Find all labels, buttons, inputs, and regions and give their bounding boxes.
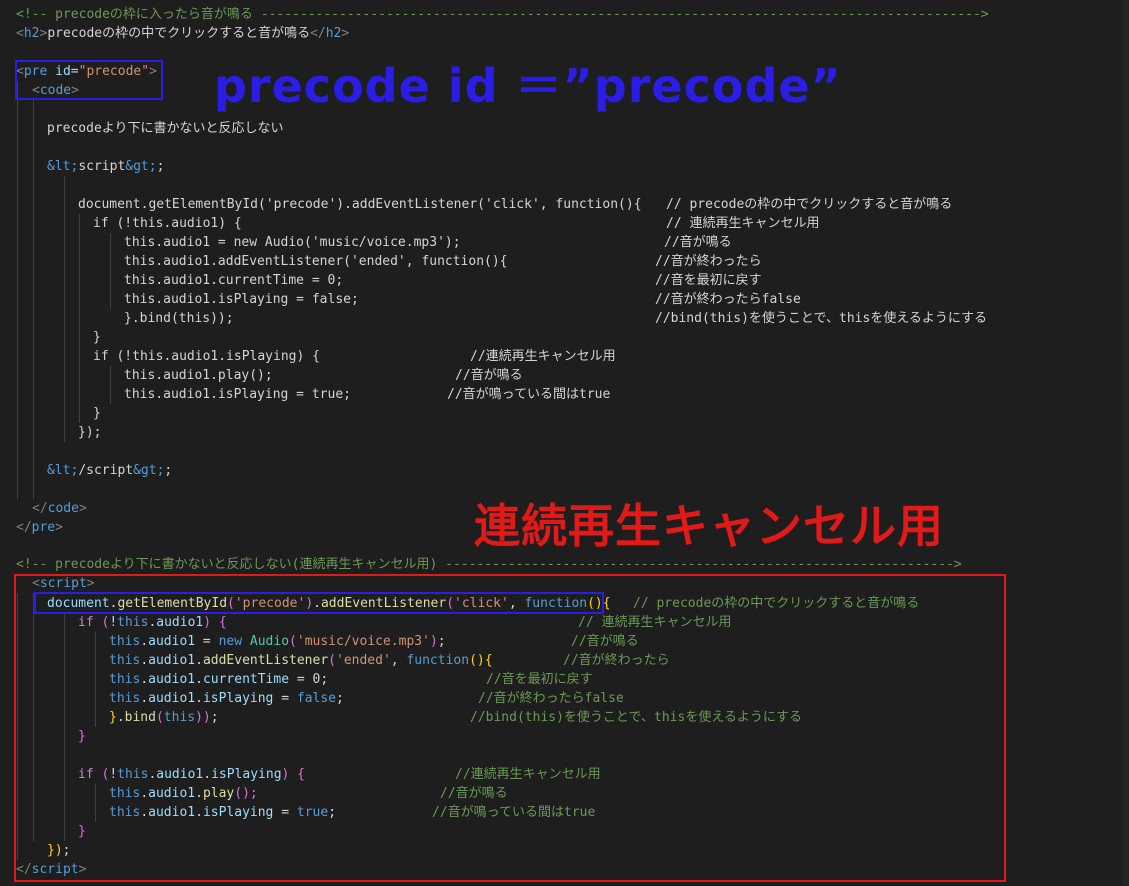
code-token: this.audio1.currentTime = 0; <box>124 273 344 288</box>
code-line: }.bind(this)); <box>124 309 234 328</box>
code-token: pre <box>31 520 56 535</box>
code-token: <!-- precodeの枠に入ったら音が鳴る ----------------… <box>16 7 989 22</box>
code-line: // precodeの枠の中でクリックすると音が鳴る <box>666 195 952 214</box>
code-token: } <box>93 330 101 345</box>
code-token: // precodeの枠の中でクリックすると音が鳴る <box>666 197 953 212</box>
code-line: //bind(this)を使うことで、thisを使えるようにする <box>655 309 987 328</box>
code-token: /script <box>78 463 134 478</box>
code-token: //音が鳴る <box>455 368 523 383</box>
code-line: precodeより下に書かないと反応しない <box>47 119 284 138</box>
indent-guide <box>33 100 34 499</box>
code-token: //音が終わったら <box>655 254 762 269</box>
code-token: if (!this.audio1.isPlaying) { <box>93 349 320 364</box>
code-line: </pre> <box>16 518 63 537</box>
vertical-scrollbar[interactable] <box>1123 0 1129 886</box>
code-token: //連続再生キャンセル用 <box>470 349 616 364</box>
script-highlight-box <box>14 574 1006 882</box>
code-token: // 連続再生キャンセル用 <box>666 216 820 231</box>
code-line: // 連続再生キャンセル用 <box>666 214 819 233</box>
code-token: &gt; <box>125 159 157 174</box>
code-token: //音が鳴っている間はtrue <box>447 387 611 402</box>
code-token: ; <box>164 463 173 478</box>
code-token: //音を最初に戻す <box>655 273 762 288</box>
code-token: this.audio1.addEventListener('ended', fu… <box>124 254 508 269</box>
code-line: } <box>93 404 101 423</box>
code-token: //bind(this)を使うことで、thisを使えるようにする <box>655 311 988 326</box>
code-line: <!-- precodeの枠に入ったら音が鳴る ----------------… <box>16 5 989 24</box>
code-token: script <box>78 159 126 174</box>
code-token: </ <box>16 520 32 535</box>
code-token: &lt; <box>47 159 79 174</box>
indent-guide <box>110 233 111 309</box>
code-token: code <box>47 501 79 516</box>
code-line: if (!this.audio1.isPlaying) { <box>93 347 320 366</box>
code-token: <!-- precodeより下に書かないと反応しない(連続再生キャンセル用) -… <box>16 557 962 572</box>
code-line: this.audio1.addEventListener('ended', fu… <box>124 252 508 271</box>
code-token: &lt; <box>47 463 79 478</box>
code-token: if (!this.audio1) { <box>93 216 242 231</box>
indent-guide <box>17 81 18 499</box>
indent-guide <box>110 366 111 404</box>
code-token: }.bind(this)); <box>124 311 234 326</box>
code-line: document.getElementById('precode').addEv… <box>78 195 642 214</box>
code-token: ; <box>156 159 165 174</box>
code-token: </ <box>32 501 48 516</box>
code-line: if (!this.audio1) { <box>93 214 242 233</box>
code-token: > <box>55 520 63 535</box>
code-token: < <box>16 26 24 41</box>
code-token: precodeより下に書かないと反応しない <box>47 121 284 136</box>
code-line: this.audio1.isPlaying = true; <box>124 385 351 404</box>
code-token: precodeの枠の中でクリックすると音が鳴る <box>47 26 311 41</box>
code-line: //音が鳴っている間はtrue <box>447 385 610 404</box>
code-line: this.audio1 = new Audio('music/voice.mp3… <box>124 233 461 252</box>
code-line: }); <box>78 423 101 442</box>
code-token: &gt; <box>133 463 165 478</box>
code-line: &lt;/script&gt;; <box>47 461 172 480</box>
code-token: //音が終わったらfalse <box>655 292 801 307</box>
code-token: h2 <box>325 26 342 41</box>
code-token: this.audio1.isPlaying = true; <box>124 387 351 402</box>
code-token: this.audio1 = new Audio('music/voice.mp3… <box>124 235 461 250</box>
cancel-annotation-label: 連続再生キャンセル用 <box>474 499 944 553</box>
precode-annotation-label: precode id ＝”precode” <box>214 59 842 113</box>
code-token: this.audio1.isPlaying = false; <box>124 292 359 307</box>
precode-highlight-box <box>15 60 163 100</box>
code-line: &lt;script&gt;; <box>47 157 164 176</box>
code-line: //音が終わったら <box>655 252 762 271</box>
indent-guide <box>64 176 65 442</box>
code-line: //音が鳴る <box>455 366 523 385</box>
code-line: </code> <box>32 499 87 518</box>
code-line: <!-- precodeより下に書かないと反応しない(連続再生キャンセル用) -… <box>16 555 962 574</box>
code-line: //音が終わったらfalse <box>655 290 801 309</box>
code-line: this.audio1.play(); <box>124 366 273 385</box>
code-token: document.getElementById('precode').addEv… <box>78 197 642 212</box>
code-token: > <box>341 26 350 41</box>
code-line: //連続再生キャンセル用 <box>470 347 616 366</box>
code-line: this.audio1.isPlaying = false; <box>124 290 359 309</box>
code-token: h2 <box>23 26 40 41</box>
code-token: //音が鳴る <box>664 235 732 250</box>
indent-guide <box>79 214 80 423</box>
code-token: </ <box>310 26 326 41</box>
code-token: > <box>78 501 87 516</box>
code-line: } <box>93 328 101 347</box>
code-line: <h2>precodeの枠の中でクリックすると音が鳴る</h2> <box>16 24 349 43</box>
code-token: } <box>93 406 101 421</box>
code-token: this.audio1.play(); <box>124 368 273 383</box>
code-line: //音が鳴る <box>664 233 732 252</box>
code-token: }); <box>78 425 102 440</box>
code-line: //音を最初に戻す <box>655 271 762 290</box>
code-line: this.audio1.currentTime = 0; <box>124 271 343 290</box>
